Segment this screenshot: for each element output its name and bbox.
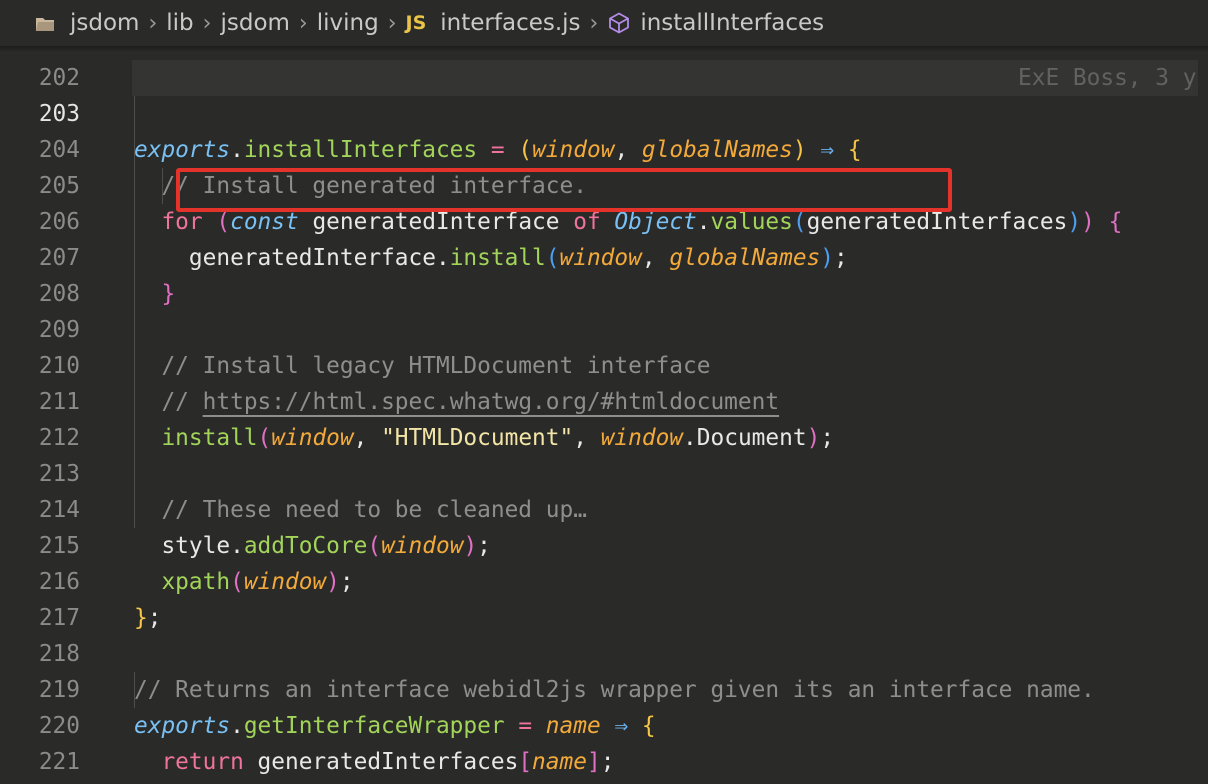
chevron-right-icon: › [387,10,397,36]
code-line: 214 style.addToCore(window); [0,456,1208,559]
code-line: 219 exports.getInterfaceWrapper = name ⇒… [0,636,1208,739]
code-text: }; [134,780,161,784]
code-line: 210 // https://html.spec.whatwg.org/#htm… [0,312,1208,415]
code-line: 222 [0,744,1208,780]
chevron-right-icon: › [202,10,212,36]
editor-right-edge [1198,46,1208,784]
highlight-annotation-box [176,168,952,212]
code-line: 220 return generatedInterfaces[name]; [0,672,1208,775]
code-editor[interactable]: 202 203 exports.installInterfaces = (win… [0,0,1208,784]
chevron-right-icon: › [148,10,158,36]
breadcrumb-item-living[interactable]: living [317,10,379,36]
code-line: 216 }; [0,528,1208,631]
code-line: 215 xpath(window); [0,492,1208,595]
code-line: 218 // Returns an interface webidl2js wr… [0,600,1208,703]
symbol-method-icon [607,11,631,35]
js-file-icon: JS [405,12,427,34]
breadcrumb-item-symbol[interactable]: installInterfaces [640,10,824,36]
git-blame-annotation: ExE Boss, 3 y [1018,65,1197,91]
scroll-shadow [0,46,1208,52]
breadcrumb-item-jsdom-inner[interactable]: jsdom [220,10,289,36]
code-line: 208 [0,240,1208,307]
breadcrumb-item-file[interactable]: interfaces.js [440,10,580,36]
breadcrumb-item-lib[interactable]: lib [166,10,193,36]
folder-icon [34,12,56,34]
code-line: 204 // Install generated interface. [0,96,1208,199]
code-line: 221 }; [0,708,1208,775]
code-line: 213 // These need to be cleaned up… [0,420,1208,523]
code-line: 205 for (const generatedInterface of Obj… [0,132,1208,235]
code-line: 212 [0,384,1208,451]
breadcrumb-item-jsdom[interactable]: jsdom [70,10,139,36]
breadcrumb: jsdom › lib › jsdom › living › JS interf… [0,0,1208,46]
chevron-right-icon: › [589,10,599,36]
code-line: 217 [0,564,1208,631]
code-line: 211 install(window, "HTMLDocument", wind… [0,348,1208,451]
chevron-right-icon: › [298,10,308,36]
line-number: 222 [0,780,80,784]
code-line: 209 // Install legacy HTMLDocument inter… [0,276,1208,379]
